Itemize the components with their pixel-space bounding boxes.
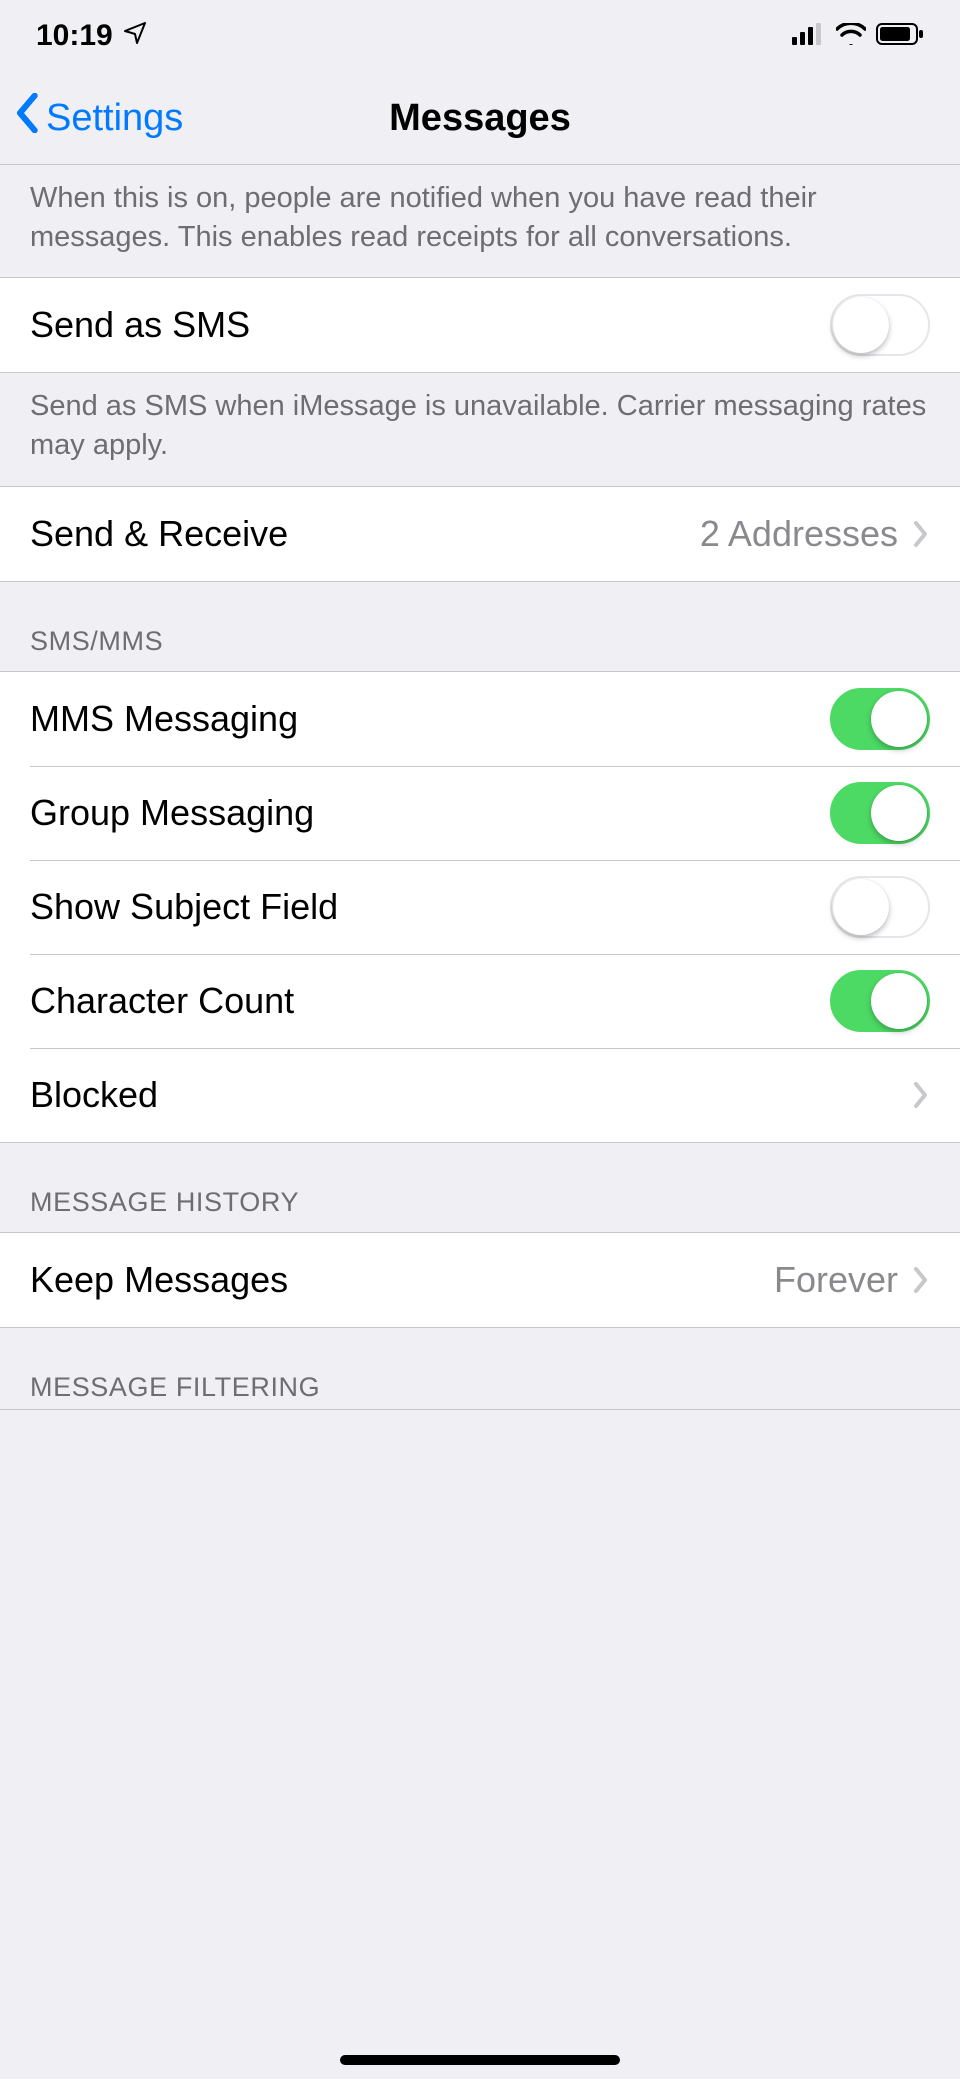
nav-bar: Settings Messages xyxy=(0,72,960,164)
sms-mms-group: MMS Messaging Group Messaging Show Subje… xyxy=(0,671,960,1143)
chevron-right-icon xyxy=(912,519,930,549)
keep-messages-row[interactable]: Keep Messages Forever xyxy=(0,1233,960,1327)
message-history-group: Keep Messages Forever xyxy=(0,1232,960,1328)
wifi-icon xyxy=(836,19,866,53)
send-as-sms-toggle[interactable] xyxy=(830,294,930,356)
read-receipts-footer: When this is on, people are notified whe… xyxy=(0,165,960,277)
home-indicator[interactable] xyxy=(340,2055,620,2065)
character-count-toggle[interactable] xyxy=(830,970,930,1032)
blocked-row[interactable]: Blocked xyxy=(0,1048,960,1142)
battery-icon xyxy=(876,19,924,53)
send-as-sms-row: Send as SMS xyxy=(0,278,960,372)
message-filtering-header: MESSAGE FILTERING xyxy=(0,1328,960,1409)
character-count-label: Character Count xyxy=(30,980,830,1022)
mms-messaging-toggle[interactable] xyxy=(830,688,930,750)
mms-messaging-label: MMS Messaging xyxy=(30,698,830,740)
chevron-right-icon xyxy=(912,1080,930,1110)
keep-messages-detail: Forever xyxy=(774,1259,898,1301)
mms-messaging-row: MMS Messaging xyxy=(0,672,960,766)
sms-mms-header: SMS/MMS xyxy=(0,582,960,671)
cellular-icon xyxy=(792,19,826,53)
send-receive-detail: 2 Addresses xyxy=(700,513,898,555)
send-receive-label: Send & Receive xyxy=(30,513,700,555)
send-receive-group: Send & Receive 2 Addresses xyxy=(0,486,960,582)
send-sms-group: Send as SMS xyxy=(0,277,960,373)
group-messaging-label: Group Messaging xyxy=(30,792,830,834)
send-as-sms-label: Send as SMS xyxy=(30,304,830,346)
group-messaging-row: Group Messaging xyxy=(0,766,960,860)
send-sms-footer: Send as SMS when iMessage is unavailable… xyxy=(0,373,960,485)
character-count-row: Character Count xyxy=(0,954,960,1048)
show-subject-toggle[interactable] xyxy=(830,876,930,938)
blocked-label: Blocked xyxy=(30,1074,912,1116)
status-time: 10:19 xyxy=(36,19,113,53)
status-bar: 10:19 xyxy=(0,0,960,72)
show-subject-label: Show Subject Field xyxy=(30,886,830,928)
chevron-right-icon xyxy=(912,1265,930,1295)
location-icon xyxy=(123,19,147,53)
show-subject-row: Show Subject Field xyxy=(0,860,960,954)
message-history-header: MESSAGE HISTORY xyxy=(0,1143,960,1232)
keep-messages-label: Keep Messages xyxy=(30,1259,774,1301)
page-title: Messages xyxy=(0,97,960,140)
group-messaging-toggle[interactable] xyxy=(830,782,930,844)
send-receive-row[interactable]: Send & Receive 2 Addresses xyxy=(0,487,960,581)
